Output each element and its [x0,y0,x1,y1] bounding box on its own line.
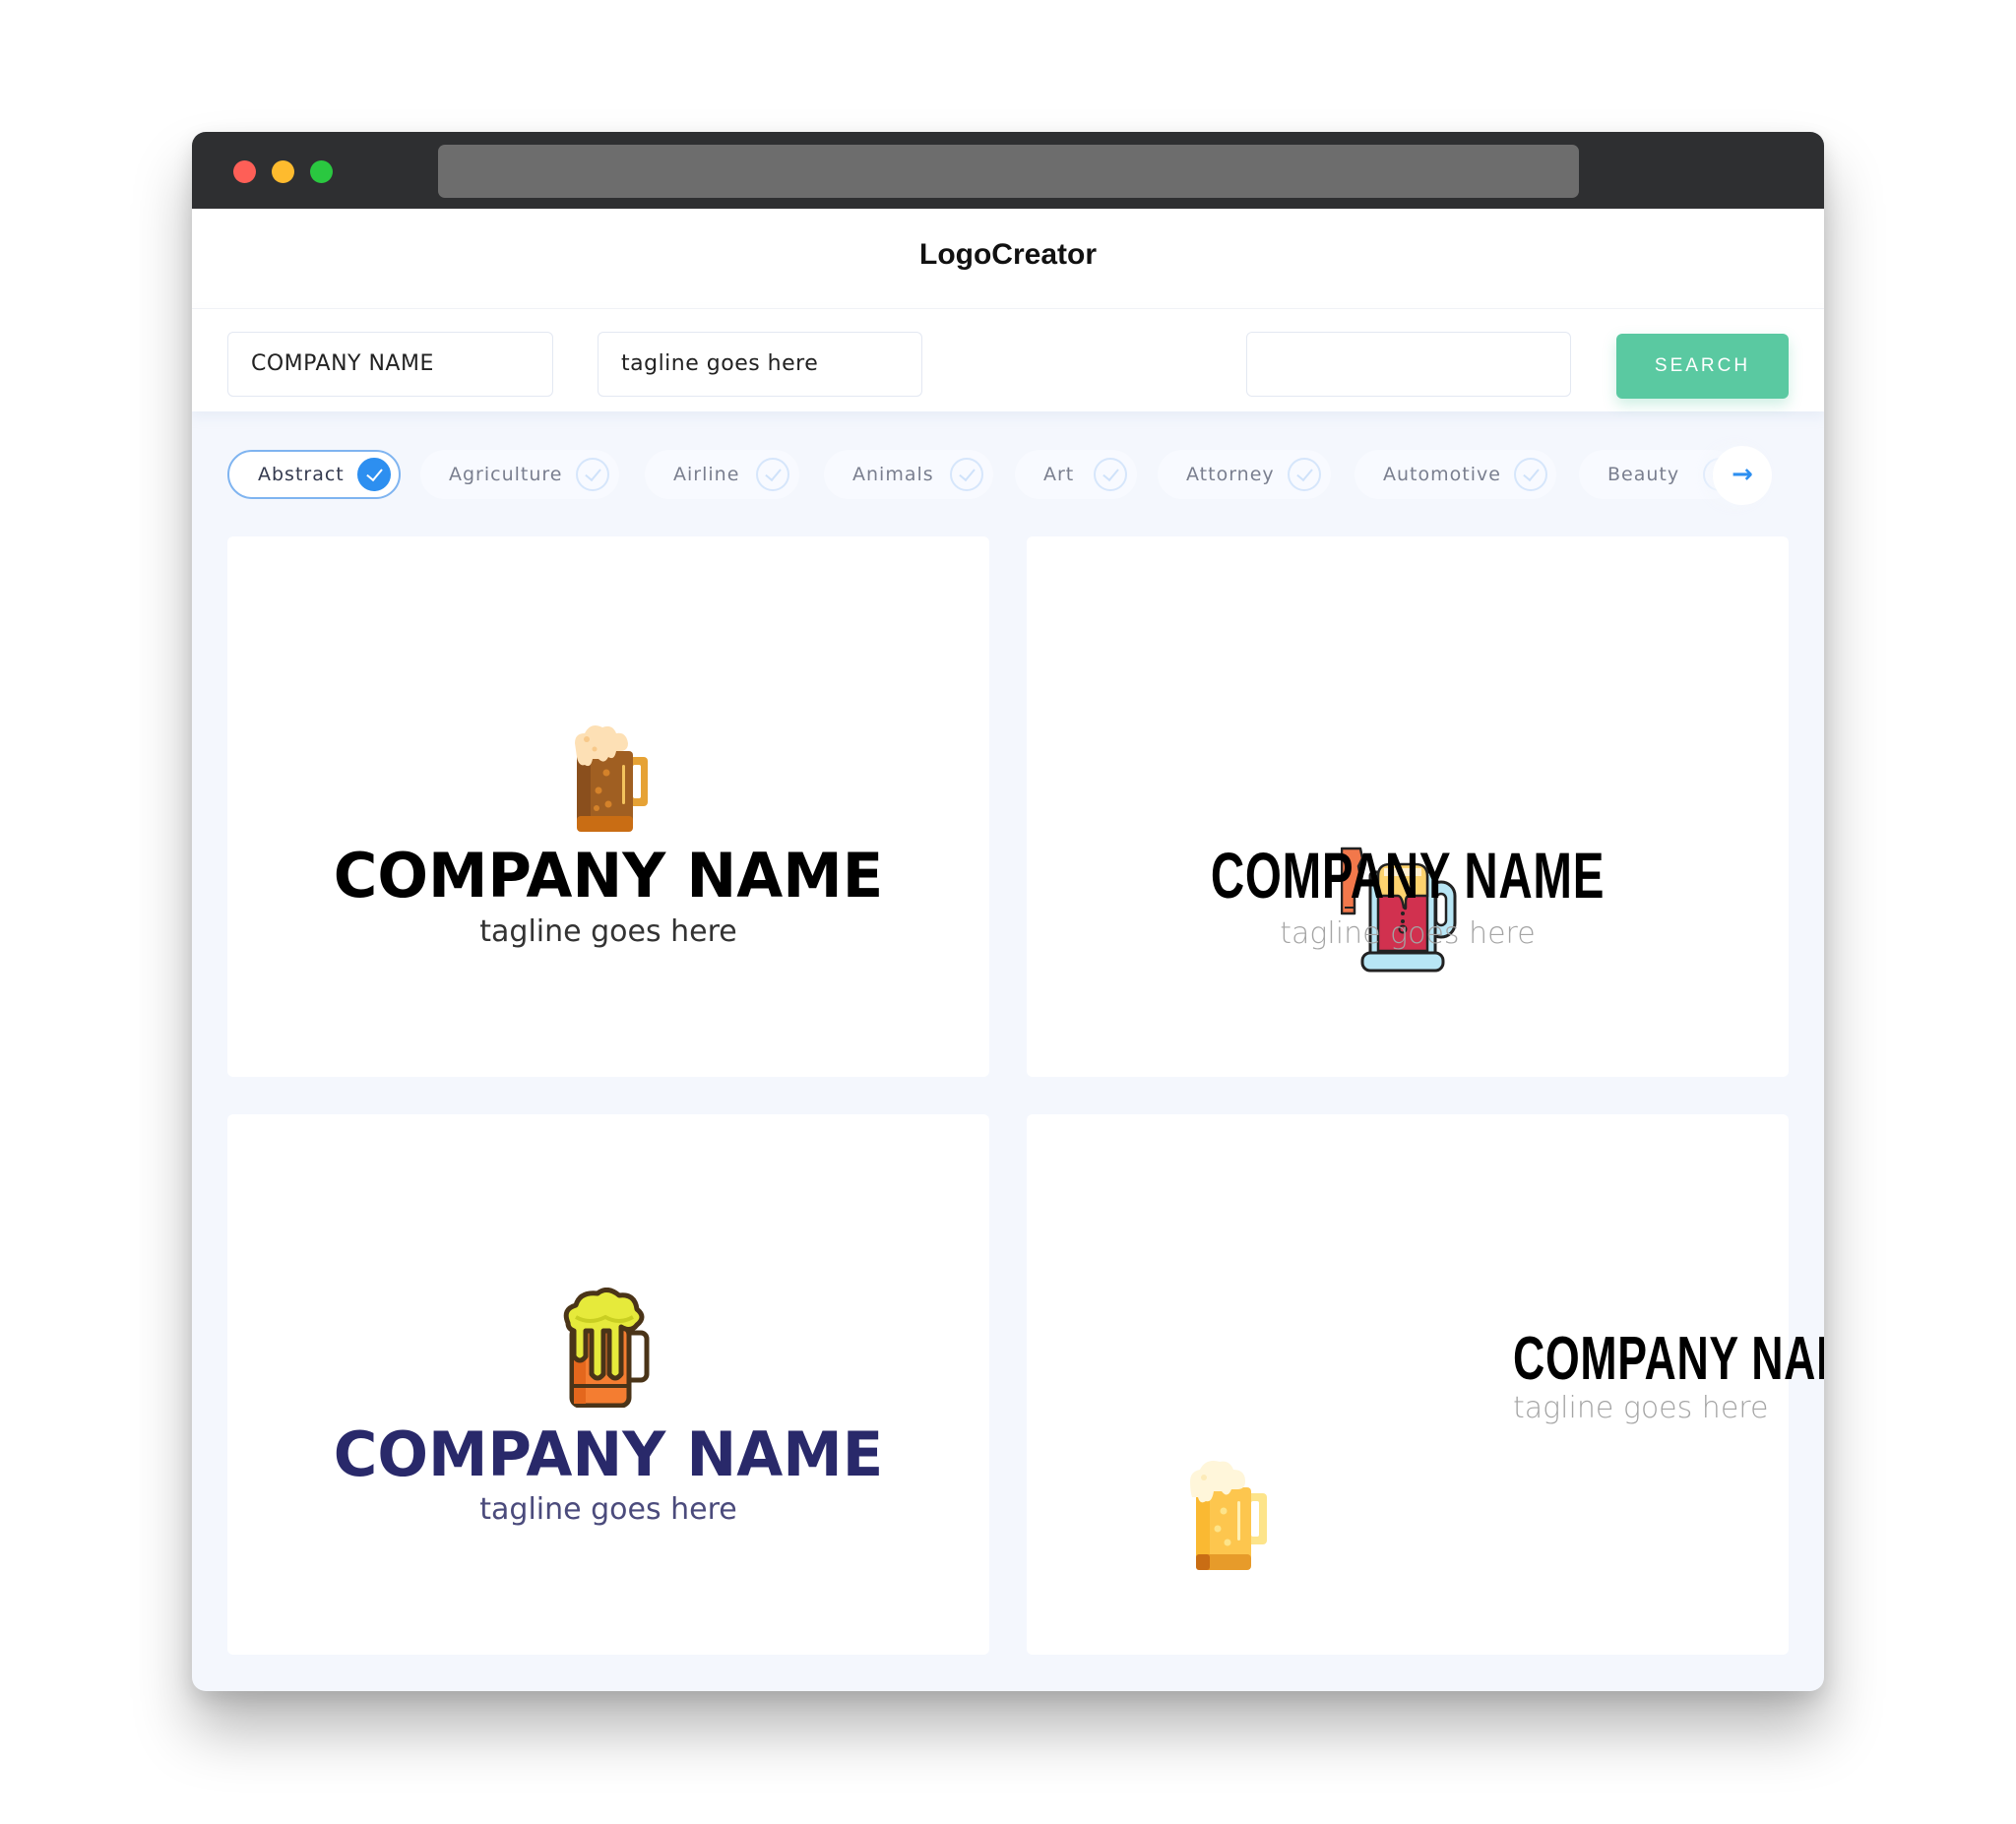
logo-company-name: COMPANY NAME [1513,1325,1824,1393]
logo-company-name: COMPANY NAME [1210,839,1606,912]
category-chip-attorney[interactable]: Attorney [1158,450,1331,499]
check-icon [950,458,983,491]
search-bar: COMPANY NAME tagline goes here SEARCH [192,308,1824,411]
logo-tagline: tagline goes here [479,914,737,949]
arrow-right-icon: → [1732,460,1753,489]
logo-card[interactable]: COMPANY NAME tagline goes here [1027,536,1789,1077]
app-title: LogoCreator [919,238,1097,271]
category-chip-airline[interactable]: Airline [645,450,799,499]
check-icon [756,458,789,491]
category-label: Airline [673,464,740,485]
beer-mug-yellow-icon [1190,1461,1267,1570]
logo-company-name: COMPANY NAME [333,1418,884,1490]
browser-window: LogoCreator COMPANY NAME tagline goes he… [192,132,1824,1691]
logo-tagline: tagline goes here [1513,1391,1769,1425]
logo-tagline: tagline goes here [479,1492,737,1527]
maximize-window-button[interactable] [310,160,333,183]
app-header: LogoCreator [192,209,1824,308]
category-label: Art [1043,464,1075,485]
check-icon [576,458,609,491]
category-chip-animals[interactable]: Animals [824,450,993,499]
logo-tagline: tagline goes here [1280,916,1536,951]
beer-mug-brown-icon [575,725,648,832]
category-label: Attorney [1186,464,1275,485]
address-bar[interactable] [438,145,1579,198]
category-label: Abstract [258,464,345,485]
beer-mug-orange-icon [563,1288,650,1408]
category-chip-agriculture[interactable]: Agriculture [420,450,619,499]
category-filter-bar: Abstract Agriculture Airline Animals Art… [192,411,1824,525]
next-categories-button[interactable]: → [1713,446,1772,505]
logo-company-name: COMPANY NAME [333,840,884,912]
category-label: Beauty [1607,464,1680,485]
logo-card[interactable]: COMPANY NAME tagline goes here [1027,1114,1824,1655]
check-icon [357,458,391,491]
company-name-input[interactable]: COMPANY NAME [227,332,553,397]
title-bar [192,132,1824,209]
category-label: Agriculture [449,464,563,485]
category-chip-abstract[interactable]: Abstract [227,450,401,499]
logo-card[interactable]: COMPANY NAME tagline goes here [227,536,989,1077]
category-chip-art[interactable]: Art [1015,450,1137,499]
check-icon [1094,458,1127,491]
category-label: Animals [852,464,934,485]
minimize-window-button[interactable] [272,160,294,183]
check-icon [1288,458,1321,491]
check-icon [1514,458,1547,491]
category-label: Automotive [1383,464,1501,485]
close-window-button[interactable] [233,160,256,183]
category-chip-automotive[interactable]: Automotive [1354,450,1556,499]
search-button[interactable]: SEARCH [1616,334,1789,399]
tagline-input[interactable]: tagline goes here [598,332,922,397]
keyword-input[interactable] [1246,332,1571,397]
logo-card[interactable]: COMPANY NAME tagline goes here [227,1114,989,1655]
